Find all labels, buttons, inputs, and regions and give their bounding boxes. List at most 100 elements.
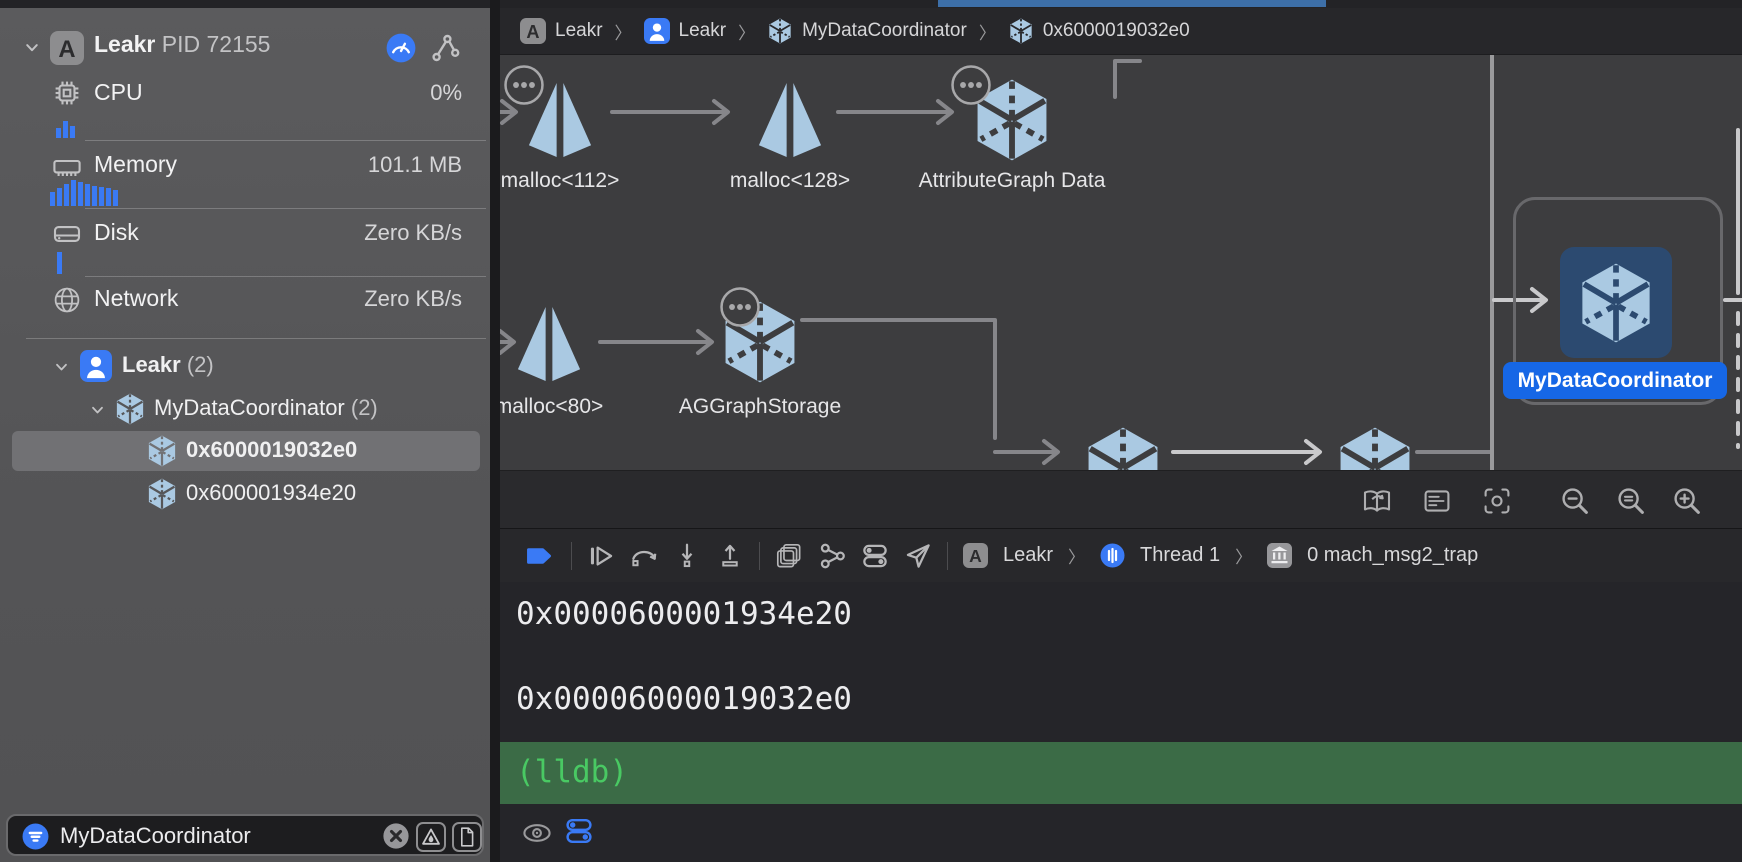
breadcrumb-separator: 〉	[1235, 543, 1252, 568]
pane-divider[interactable]	[490, 0, 500, 862]
console-filter-toggle-icon[interactable]	[564, 816, 594, 846]
memory-graph-canvas[interactable]: malloc<112> malloc<128> AttributeGraph D…	[500, 55, 1742, 470]
window-top-edge	[0, 0, 1742, 8]
top-scroll-indicator[interactable]	[938, 0, 1326, 7]
tree-label: Leakr (2)	[122, 352, 214, 378]
xcode-window: Leakr PID 72155 CPU 0% Memory 101.1 MB	[0, 0, 1742, 862]
debug-console[interactable]: 0x0000600001934e20 0x00006000019032e0 (l…	[500, 582, 1742, 862]
disk-history-bars	[57, 252, 62, 274]
tree-label: 0x6000019032e0	[186, 437, 357, 463]
cube-icon	[1008, 18, 1034, 44]
breadcrumb-separator: 〉	[1068, 543, 1085, 568]
tree-row-type[interactable]: MyDataCoordinator (2)	[0, 389, 490, 429]
breadcrumb-separator: 〉	[615, 19, 632, 44]
breakpoints-toggle-button[interactable]	[522, 543, 556, 569]
debug-bar: Leakr 〉 Thread 1 〉 0 mach_msg2_trap	[500, 528, 1742, 582]
console-bottom-bar	[500, 804, 1742, 862]
console-output-line: 0x0000600001934e20	[516, 596, 852, 632]
log-view-icon[interactable]	[1422, 486, 1452, 516]
tree-label: MyDataCoordinator (2)	[154, 395, 378, 421]
gauge-value: Zero KB/s	[364, 286, 462, 312]
zoom-actual-size-icon[interactable]	[1616, 486, 1646, 516]
network-icon	[52, 285, 82, 315]
debug-frame[interactable]: 0 mach_msg2_trap	[1307, 544, 1478, 567]
chevron-down-icon[interactable]	[52, 360, 71, 374]
chevron-down-icon[interactable]	[22, 40, 42, 55]
cube-icon	[146, 478, 178, 510]
legend-book-icon[interactable]	[1362, 486, 1392, 516]
process-pid: PID 72155	[162, 31, 271, 57]
quick-look-eye-icon[interactable]	[522, 818, 552, 848]
gauge-value: 101.1 MB	[368, 152, 462, 178]
app-icon	[963, 543, 988, 568]
memory-icon	[52, 152, 82, 182]
debug-process[interactable]: Leakr	[1003, 544, 1053, 567]
divider	[571, 542, 572, 570]
tree-count: (2)	[351, 395, 378, 420]
gauge-row-network[interactable]: Network Zero KB/s	[0, 280, 490, 320]
step-out-button[interactable]	[716, 542, 744, 570]
pyramid-icon	[507, 301, 591, 387]
clear-filter-icon[interactable]	[382, 822, 410, 850]
jump-bar: Leakr 〉 Leakr 〉 MyDataCoordinator 〉 0x60…	[500, 8, 1742, 55]
step-into-button[interactable]	[673, 542, 701, 570]
filter-input[interactable]: MyDataCoordinator	[60, 823, 251, 849]
ellipsis-badge-icon[interactable]	[719, 286, 761, 328]
ellipsis-badge-icon[interactable]	[950, 64, 992, 106]
filter-icon[interactable]	[22, 823, 49, 850]
zoom-out-icon[interactable]	[1560, 486, 1590, 516]
memory-history-bars	[50, 180, 118, 206]
lldb-prompt-row[interactable]: (lldb)	[500, 742, 1742, 804]
cube-icon[interactable]	[1081, 423, 1165, 470]
tree-row-instance-selected[interactable]: 0x6000019032e0	[0, 431, 490, 471]
chevron-down-icon[interactable]	[88, 403, 107, 417]
jumpbar-item-user[interactable]: Leakr	[679, 20, 727, 42]
divider	[85, 276, 486, 277]
cpu-icon	[52, 78, 82, 108]
memory-graph-indicator-icon[interactable]	[430, 33, 460, 63]
app-icon	[50, 31, 84, 65]
leaks-filter-button[interactable]	[416, 822, 446, 852]
jumpbar-item-process[interactable]: Leakr	[555, 20, 603, 42]
graph-node-mydatacoordinator[interactable]	[1560, 247, 1672, 358]
triangle-droplet-icon	[421, 827, 441, 847]
gauge-value: Zero KB/s	[364, 220, 462, 246]
gauge-value: 0%	[430, 80, 462, 106]
cube-icon	[1575, 261, 1657, 345]
process-header-row[interactable]: Leakr PID 72155	[0, 26, 490, 66]
debug-navigator-sidebar: Leakr PID 72155 CPU 0% Memory 101.1 MB	[0, 8, 490, 862]
node-label: malloc<112>	[500, 169, 680, 193]
gauge-label: CPU	[94, 79, 143, 106]
gauge-row-cpu[interactable]: CPU 0%	[0, 74, 490, 114]
gauge-row-disk[interactable]: Disk Zero KB/s	[0, 214, 490, 254]
view-hierarchy-button[interactable]	[775, 542, 803, 570]
ellipsis-badge-icon[interactable]	[503, 64, 545, 106]
simulate-location-button[interactable]	[904, 542, 932, 570]
jumpbar-item-instance[interactable]: 0x6000019032e0	[1043, 20, 1190, 42]
selected-node-label[interactable]: MyDataCoordinator	[1503, 362, 1727, 399]
zoom-in-icon[interactable]	[1672, 486, 1702, 516]
cube-icon	[114, 393, 146, 425]
jumpbar-item-type[interactable]: MyDataCoordinator	[802, 20, 967, 42]
console-output-line: 0x00006000019032e0	[516, 681, 852, 717]
continue-button[interactable]	[587, 542, 615, 570]
step-over-button[interactable]	[630, 542, 658, 570]
performance-gauge-icon[interactable]	[386, 33, 416, 63]
memory-graph-button[interactable]	[818, 542, 846, 570]
cube-icon[interactable]	[1333, 423, 1417, 470]
gauge-label: Memory	[94, 151, 177, 178]
gauge-label: Network	[94, 285, 178, 312]
tree-row-process[interactable]: Leakr (2)	[0, 346, 490, 386]
environment-overrides-button[interactable]	[861, 542, 889, 570]
debug-thread[interactable]: Thread 1	[1140, 544, 1220, 567]
file-filter-button[interactable]	[452, 822, 482, 852]
cube-icon	[767, 18, 793, 44]
person-icon	[644, 18, 670, 44]
node-label: AGGraphStorage	[640, 395, 880, 419]
focus-selected-icon[interactable]	[1482, 486, 1512, 516]
filter-bar[interactable]: MyDataCoordinator	[6, 814, 484, 856]
cpu-history-bars	[56, 114, 75, 138]
node-label: malloc<128>	[670, 169, 910, 193]
app-icon	[520, 18, 546, 44]
tree-row-instance[interactable]: 0x600001934e20	[0, 474, 490, 514]
